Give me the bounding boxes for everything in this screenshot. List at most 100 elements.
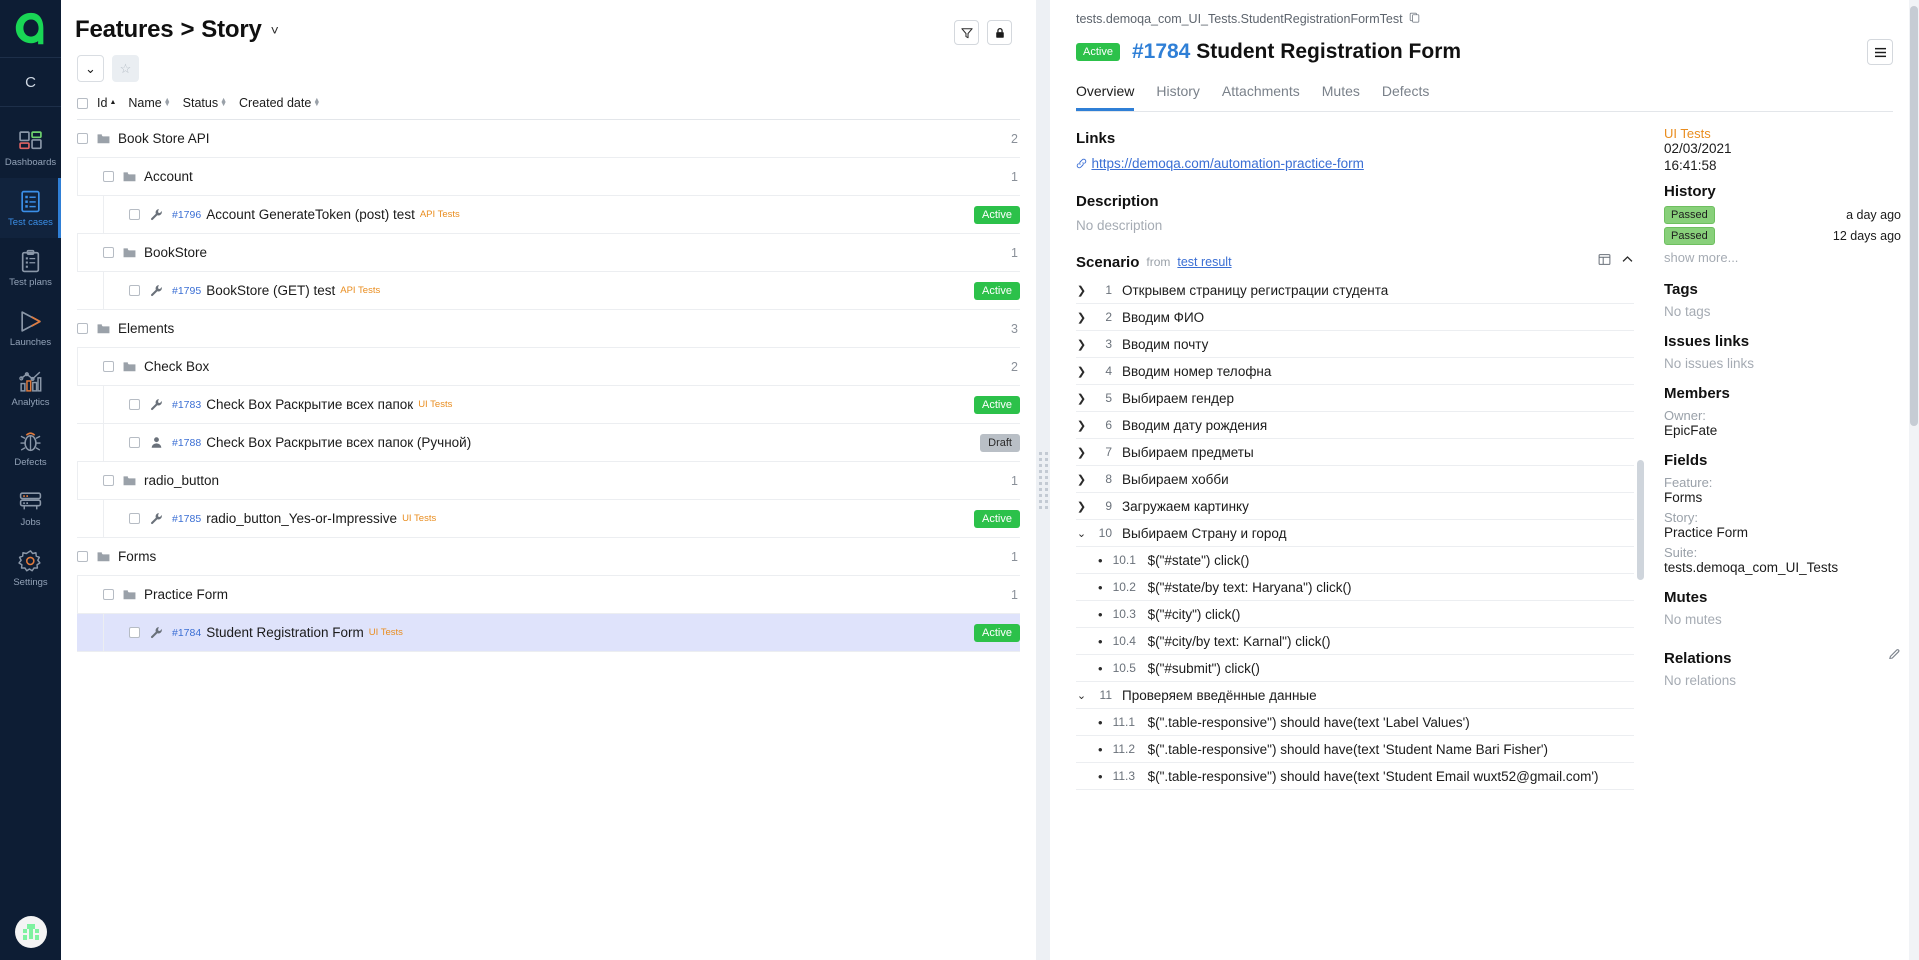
column-created-date[interactable]: Created date ▲ ▼ [239, 96, 320, 110]
chevron-right-icon[interactable]: ❯ [1076, 419, 1087, 432]
table-row[interactable]: #1784 Student Registration Form UI Tests… [77, 614, 1020, 652]
tree-folder-row[interactable]: radio_button 1 [77, 462, 1020, 500]
scenario-step[interactable]: ❯ 2 Вводим ФИО [1076, 304, 1634, 331]
tree-folder-row[interactable]: Practice Form 1 [77, 576, 1020, 614]
app-logo[interactable] [0, 0, 61, 58]
table-row[interactable]: #1795 BookStore (GET) test API Tests Act… [77, 272, 1020, 310]
project-switcher[interactable]: C [0, 58, 61, 107]
scrollbar-thumb[interactable] [1910, 6, 1918, 426]
row-checkbox[interactable] [103, 247, 114, 258]
tree-folder-row[interactable]: Book Store API 2 [77, 120, 1020, 158]
substep-number: 10.5 [1112, 661, 1136, 675]
scenario-step[interactable]: ❯ 6 Вводим дату рождения [1076, 412, 1634, 439]
scenario-step[interactable]: ❯ 8 Выбираем хобби [1076, 466, 1634, 493]
chevron-right-icon[interactable]: ❯ [1076, 338, 1087, 351]
sidebar-item-launches[interactable]: Launches [0, 298, 61, 358]
row-checkbox[interactable] [103, 171, 114, 182]
tree-folder-row[interactable]: Forms 1 [77, 538, 1020, 576]
chevron-down-icon[interactable]: ⌄ [1076, 689, 1087, 702]
table-row[interactable]: #1785 radio_button_Yes-or-Impressive UI … [77, 500, 1020, 538]
table-row[interactable]: #1788 Check Box Раскрытие всех папок (Ру… [77, 424, 1020, 462]
scenario-step[interactable]: ❯ 4 Вводим номер телофна [1076, 358, 1634, 385]
page-scrollbar[interactable] [1909, 0, 1919, 960]
filter-button[interactable] [954, 20, 979, 45]
breadcrumb-root[interactable]: Features [75, 16, 174, 44]
meta-scrollbar[interactable] [1637, 170, 1644, 730]
row-checkbox[interactable] [77, 551, 88, 562]
breadcrumb-current[interactable]: Story [201, 16, 262, 44]
person-icon [149, 436, 163, 449]
chevron-right-icon[interactable]: ❯ [1076, 446, 1087, 459]
scenario-source-link[interactable]: test result [1177, 255, 1231, 269]
history-entry[interactable]: Passed a day ago [1664, 206, 1901, 224]
scenario-step[interactable]: ❯ 3 Вводим почту [1076, 331, 1634, 358]
tab-history[interactable]: History [1156, 83, 1200, 111]
chevron-right-icon[interactable]: ❯ [1076, 392, 1087, 405]
scenario-step[interactable]: ❯ 5 Выбираем гендер [1076, 385, 1634, 412]
chevron-down-icon[interactable]: ˅ [271, 22, 279, 38]
layout-toggle-icon[interactable] [1598, 253, 1611, 271]
scenario-step[interactable]: ❯ 1 Открывем страницу регистрации студента [1076, 277, 1634, 304]
row-checkbox[interactable] [77, 323, 88, 334]
column-status[interactable]: Status ▲ ▼ [183, 96, 227, 110]
show-more-button[interactable]: show more... [1664, 250, 1901, 265]
history-entry[interactable]: Passed 12 days ago [1664, 227, 1901, 245]
chevron-right-icon[interactable]: ❯ [1076, 473, 1087, 486]
chevron-right-icon[interactable]: ❯ [1076, 311, 1087, 324]
row-checkbox[interactable] [129, 285, 140, 296]
column-id[interactable]: Id ▲ [97, 96, 116, 110]
sidebar-item-settings[interactable]: Settings [0, 538, 61, 598]
sidebar-item-dashboards[interactable]: Dashboards [0, 118, 61, 178]
tree-folder-row[interactable]: BookStore 1 [77, 234, 1020, 272]
scenario-step[interactable]: ⌄ 11 Проверяем введённые данные [1076, 682, 1634, 709]
row-checkbox[interactable] [129, 513, 140, 524]
row-checkbox[interactable] [129, 209, 140, 220]
splitter-grip-icon [1038, 451, 1048, 509]
tab-mutes[interactable]: Mutes [1322, 83, 1360, 111]
expand-all-button[interactable]: ⌄ [77, 55, 104, 82]
panel-splitter[interactable] [1036, 0, 1050, 960]
tab-defects[interactable]: Defects [1382, 83, 1429, 111]
chevron-right-icon[interactable]: ❯ [1076, 284, 1087, 297]
chevron-down-icon[interactable]: ⌄ [1076, 527, 1087, 540]
sidebar-item-test-cases[interactable]: Test cases [0, 178, 61, 238]
tree-folder-row[interactable]: Check Box 2 [77, 348, 1020, 386]
scenario-step[interactable]: ❯ 9 Загружаем картинку [1076, 493, 1634, 520]
tree-folder-row[interactable]: Elements 3 [77, 310, 1020, 348]
row-checkbox[interactable] [129, 399, 140, 410]
chevron-right-icon[interactable]: ❯ [1076, 500, 1087, 513]
scrollbar-thumb[interactable] [1637, 460, 1644, 580]
table-row[interactable]: #1796 Account GenerateToken (post) test … [77, 196, 1020, 234]
external-link[interactable]: https://demoqa.com/automation-practice-f… [1091, 156, 1363, 171]
copy-icon[interactable] [1409, 12, 1420, 26]
favorite-button[interactable]: ☆ [112, 55, 139, 82]
chevron-right-icon[interactable]: ❯ [1076, 365, 1087, 378]
select-all-checkbox[interactable] [77, 97, 88, 109]
row-checkbox[interactable] [129, 437, 140, 448]
column-name[interactable]: Name ▲ ▼ [128, 96, 170, 110]
row-checkbox[interactable] [103, 589, 114, 600]
row-checkbox[interactable] [103, 475, 114, 486]
sidebar-item-jobs[interactable]: Jobs [0, 478, 61, 538]
pencil-icon[interactable] [1888, 648, 1901, 666]
avatar[interactable] [14, 916, 47, 948]
substep-text: $(".table-responsive") should have(text … [1147, 768, 1599, 784]
step-number: 10 [1098, 526, 1112, 540]
tab-overview[interactable]: Overview [1076, 83, 1135, 111]
tree-folder-row[interactable]: Account 1 [77, 158, 1020, 196]
breadcrumb-separator: > [180, 16, 195, 43]
step-number: 1 [1105, 283, 1112, 297]
sidebar-item-defects[interactable]: Defects [0, 418, 61, 478]
lock-button[interactable] [987, 20, 1012, 45]
sidebar-item-test-plans[interactable]: Test plans [0, 238, 61, 298]
row-checkbox[interactable] [129, 627, 140, 638]
row-checkbox[interactable] [77, 133, 88, 144]
tab-attachments[interactable]: Attachments [1222, 83, 1300, 111]
scenario-step[interactable]: ❯ 7 Выбираем предметы [1076, 439, 1634, 466]
sidebar-item-analytics[interactable]: Analytics [0, 358, 61, 418]
table-row[interactable]: #1783 Check Box Раскрытие всех папок UI … [77, 386, 1020, 424]
detail-menu-button[interactable] [1867, 39, 1893, 65]
collapse-icon[interactable] [1621, 253, 1634, 271]
scenario-step[interactable]: ⌄ 10 Выбираем Страну и город [1076, 520, 1634, 547]
row-checkbox[interactable] [103, 361, 114, 372]
